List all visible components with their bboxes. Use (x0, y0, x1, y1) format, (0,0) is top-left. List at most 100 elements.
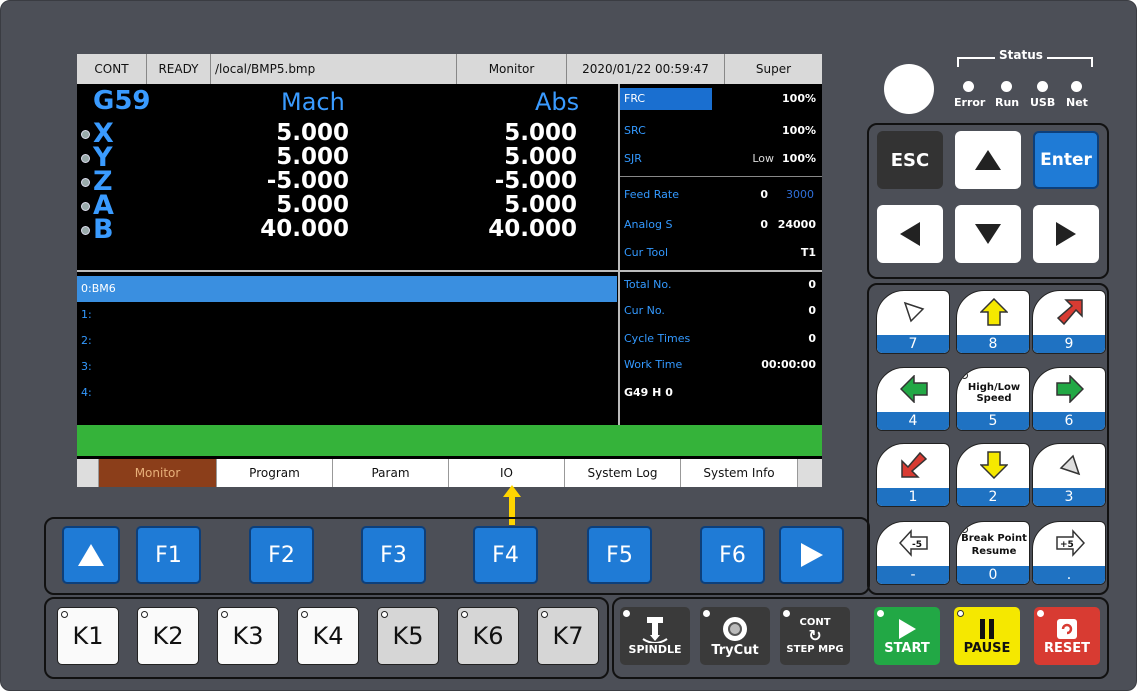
axis-row-x: X 5.000 5.000 (77, 118, 617, 149)
tab-io[interactable]: IO (449, 459, 565, 487)
current-page-label: Monitor (457, 54, 567, 84)
f6-button[interactable]: F6 (700, 526, 765, 584)
state-indicator: READY (147, 54, 211, 84)
step-minus-5-icon: -5 (899, 528, 929, 558)
down-button[interactable] (955, 205, 1021, 263)
cycle-arrow-icon: ↻ (808, 626, 822, 645)
cur-tool-label: Cur Tool (624, 246, 669, 259)
total-no-value: 0 (808, 278, 816, 291)
trycut-button[interactable]: TryCut (700, 607, 770, 665)
jog-key-0-breakpoint[interactable]: Break Point Resume 0 (956, 521, 1030, 585)
z-plus-icon (1055, 297, 1085, 327)
jog-key-number: 6 (1033, 412, 1105, 430)
k2-label: K2 (152, 622, 184, 650)
cur-no-value: 0 (808, 304, 816, 317)
mach-value: 40.000 (260, 216, 349, 242)
k7-button[interactable]: K7 (537, 607, 599, 665)
f1-button[interactable]: F1 (136, 526, 201, 584)
jog-key-plus-5[interactable]: +5 . (1032, 521, 1106, 585)
analog-s-label: Analog S (624, 218, 673, 231)
jog-key-number: 5 (957, 412, 1029, 430)
jog-key-5-speed[interactable]: High/Low Speed 5 (956, 367, 1030, 431)
led-icon (301, 611, 308, 618)
lcd-screen: CONT READY /local/BMP5.bmp Monitor 2020/… (77, 54, 822, 487)
k6-label: K6 (472, 622, 504, 650)
f2-button[interactable]: F2 (249, 526, 314, 584)
next-page-button[interactable] (779, 526, 844, 584)
x-plus-icon (1055, 374, 1085, 404)
k3-button[interactable]: K3 (217, 607, 279, 665)
program-line[interactable]: 3: (77, 354, 617, 380)
reset-icon (1057, 618, 1077, 639)
led-icon (221, 611, 228, 618)
reset-button[interactable]: RESET (1034, 607, 1100, 665)
mach-value: 5.000 (276, 144, 349, 170)
left-button[interactable] (877, 205, 943, 263)
f4-button[interactable]: F4 (473, 526, 538, 584)
abs-value: -5.000 (494, 168, 577, 194)
jog-key-number: 9 (1033, 335, 1105, 353)
k1-button[interactable]: K1 (57, 607, 119, 665)
k1-label: K1 (72, 622, 104, 650)
f5-button[interactable]: F5 (587, 526, 652, 584)
right-button[interactable] (1033, 205, 1099, 263)
led-icon (703, 610, 710, 617)
pause-button[interactable]: PAUSE (954, 607, 1020, 665)
abs-value: 40.000 (488, 216, 577, 242)
step-plus-5-icon: +5 (1055, 528, 1085, 558)
led-icon (541, 611, 548, 618)
led-icon (461, 611, 468, 618)
program-line[interactable]: 2: (77, 328, 617, 354)
jog-key-3[interactable]: 3 (1032, 443, 1106, 507)
jog-key-4-x-minus[interactable]: 4 (876, 367, 950, 431)
arrow-right-icon (1056, 222, 1076, 246)
net-led-icon (1071, 81, 1082, 92)
screen-status-bar: CONT READY /local/BMP5.bmp Monitor 2020/… (77, 54, 822, 84)
enter-button[interactable]: Enter (1033, 131, 1099, 189)
tab-system-log[interactable]: System Log (565, 459, 681, 487)
program-line[interactable]: 4: (77, 380, 617, 406)
led-icon (623, 610, 630, 617)
jog-key-8-y-plus[interactable]: 8 (956, 290, 1030, 354)
file-path: /local/BMP5.bmp (211, 54, 457, 84)
trycut-label: TryCut (711, 642, 759, 658)
jog-key-2-y-minus[interactable]: 2 (956, 443, 1030, 507)
up-page-button[interactable] (62, 526, 120, 584)
jog-key-1-z-minus[interactable]: 1 (876, 443, 950, 507)
up-button[interactable] (955, 131, 1021, 189)
jog-key-7[interactable]: 7 (876, 290, 950, 354)
k2-button[interactable]: K2 (137, 607, 199, 665)
program-line[interactable]: 1: (77, 302, 617, 328)
cont-step-mpg-button[interactable]: CONT ↻ STEP MPG (780, 607, 850, 665)
f3-button[interactable]: F3 (361, 526, 426, 584)
tab-system-info[interactable]: System Info (681, 459, 798, 487)
start-button[interactable]: START (874, 607, 940, 665)
k5-button[interactable]: K5 (377, 607, 439, 665)
spindle-button[interactable]: SPINDLE (620, 607, 690, 665)
emergency-stop-button[interactable] (884, 64, 934, 114)
jog-key-6-x-plus[interactable]: 6 (1032, 367, 1106, 431)
axis-row-y: Y 5.000 5.000 (77, 142, 617, 173)
jog-key-number: 7 (877, 335, 949, 353)
led-icon (381, 611, 388, 618)
esc-button[interactable]: ESC (877, 131, 943, 189)
controller-panel: CONT READY /local/BMP5.bmp Monitor 2020/… (0, 0, 1137, 691)
tab-monitor[interactable]: Monitor (99, 459, 217, 487)
mach-value: -5.000 (266, 168, 349, 194)
jog-key-minus-5[interactable]: -5 - (876, 521, 950, 585)
tab-program[interactable]: Program (217, 459, 333, 487)
k6-button[interactable]: K6 (457, 607, 519, 665)
feed-rate-value: 0 (760, 188, 768, 201)
jog-key-9-z-plus[interactable]: 9 (1032, 290, 1106, 354)
start-label: START (884, 640, 930, 656)
led-icon (141, 611, 148, 618)
src-label: SRC (624, 124, 646, 137)
program-line-selected[interactable]: 0:BM6 (77, 276, 617, 302)
sjr-value: 100% (782, 152, 816, 165)
xy-diagonal-icon (899, 297, 929, 327)
k4-button[interactable]: K4 (297, 607, 359, 665)
jog-key-number: 1 (877, 488, 949, 506)
svg-text:+5: +5 (1060, 540, 1074, 550)
step-mpg-label: STEP MPG (786, 644, 844, 655)
tab-param[interactable]: Param (333, 459, 449, 487)
